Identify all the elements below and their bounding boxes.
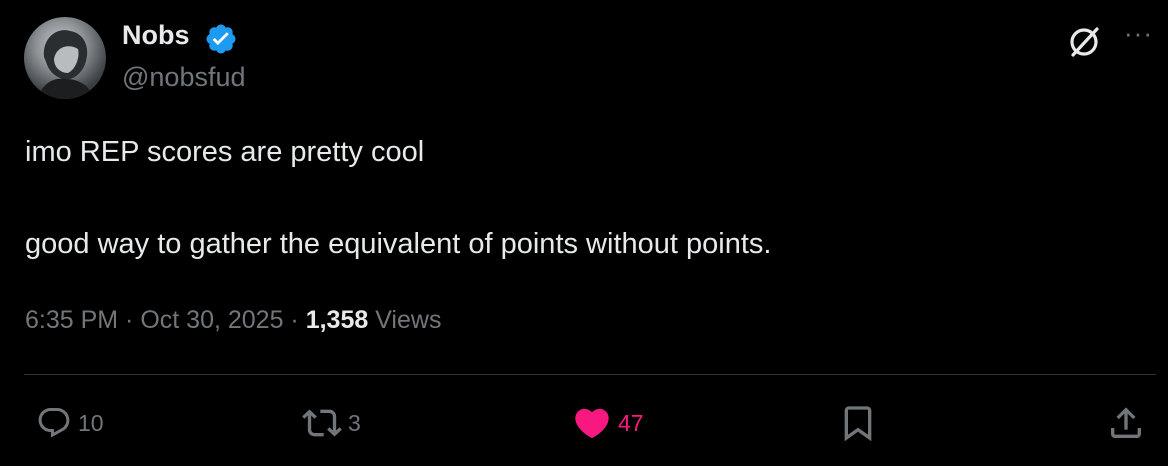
repost-icon [302,409,342,437]
verified-badge-icon [206,24,236,54]
reply-button[interactable]: 10 [36,400,104,446]
author-name[interactable]: Nobs [122,20,190,51]
tweet-time[interactable]: 6:35 PM [25,306,118,334]
reply-count: 10 [78,409,104,436]
tweet-date[interactable]: Oct 30, 2025 [140,306,283,334]
heart-icon [575,408,609,439]
views-count: 1,358 [305,306,369,334]
bookmark-button[interactable] [838,400,878,446]
tweet-meta: 6:35 PM · Oct 30, 2025 · 1,358 Views [25,306,441,335]
meta-separator: · [118,306,141,334]
grok-icon[interactable] [1064,22,1104,62]
like-button[interactable]: 47 [572,400,644,446]
share-button[interactable] [1106,400,1146,446]
share-icon [1111,407,1141,438]
like-count: 47 [618,409,644,436]
bookmark-icon [844,406,872,442]
reply-icon [38,408,70,438]
more-options-icon[interactable]: ··· [1124,18,1153,49]
views-label: Views [368,306,442,334]
meta-separator: · [283,306,306,334]
divider [24,374,1156,375]
repost-button[interactable]: 3 [302,400,361,446]
tweet-text-line-2: good way to gather the equivalent of poi… [25,228,772,260]
avatar[interactable] [24,17,106,99]
tweet-text-line-1: imo REP scores are pretty cool [25,136,425,168]
repost-count: 3 [348,409,361,436]
author-handle[interactable]: @nobsfud [122,62,246,93]
